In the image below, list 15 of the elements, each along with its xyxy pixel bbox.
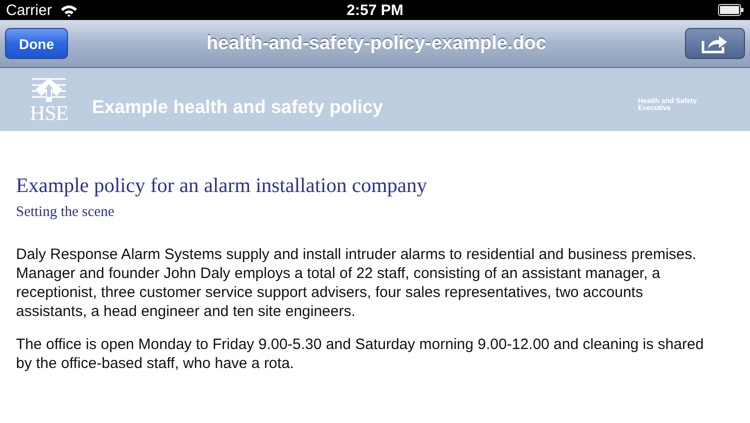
share-button[interactable] [685,28,745,59]
clock-label: 2:57 PM [346,2,404,18]
carrier-label: Carrier [6,2,52,18]
share-icon [701,34,729,54]
done-button[interactable]: Done [5,28,68,59]
document-title: health-and-safety-policy-example.doc [206,32,548,54]
section-heading: Setting the scene [16,204,116,221]
logo-text: HSE [30,102,68,122]
wifi-icon [60,4,78,16]
banner-title: Example health and safety policy [92,96,384,118]
body-paragraph: The office is open Monday to Friday 9.00-5.30 and Saturday morning 9.00-12.00 and cleaning is shared by the office-based staff, who have a rota. [16,335,705,373]
document-heading: Example policy for an alarm installation company [16,175,428,198]
hse-emblem-icon [32,76,66,102]
body-paragraph: Daly Response Alarm Systems supply and install intruder alarms to residential and business premises. Manager and founder John Daly employs a total of 22 staff, consisting of an assistant manager, a receptionist, three customer service support advisers, four sales representatives, two accounts assistants, a head engineer and ten site engineers. [16,245,698,321]
battery-icon [718,4,744,16]
